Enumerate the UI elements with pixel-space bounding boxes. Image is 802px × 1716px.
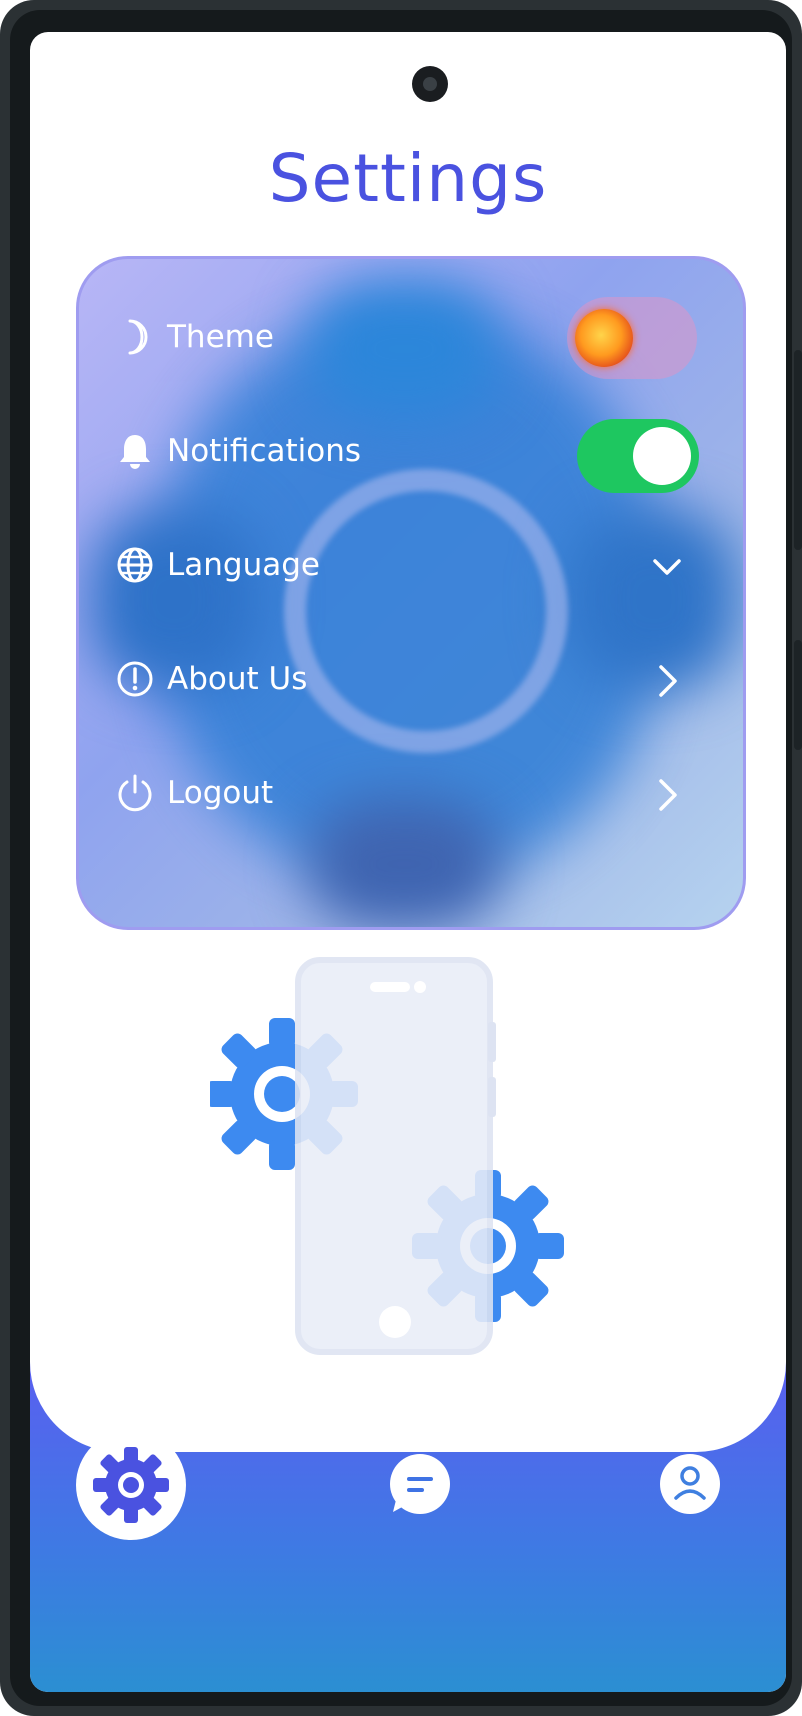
settings-row-label: Language xyxy=(167,547,320,583)
settings-row-label: Theme xyxy=(167,319,274,355)
phone-frame: Settings Theme Notifications Language Ab… xyxy=(0,0,802,1716)
phone-bezel: Settings Theme Notifications Language Ab… xyxy=(10,10,792,1706)
nav-profile-button[interactable] xyxy=(660,1454,720,1514)
settings-row-language[interactable]: Language xyxy=(115,537,715,597)
settings-row-label: Logout xyxy=(167,775,274,811)
notifications-toggle[interactable] xyxy=(577,419,699,493)
power-button xyxy=(794,640,802,750)
front-camera xyxy=(412,66,448,102)
bell-icon xyxy=(120,435,150,469)
gear-icon xyxy=(93,1447,169,1523)
chat-bubble-icon xyxy=(390,1456,447,1512)
settings-card: Theme Notifications Language About Us Lo… xyxy=(76,256,746,930)
theme-toggle[interactable] xyxy=(567,297,697,379)
app-screen: Settings Theme Notifications Language Ab… xyxy=(30,32,786,1692)
settings-row-logout[interactable]: Logout xyxy=(115,765,715,825)
user-icon xyxy=(661,1455,719,1513)
settings-row-label: About Us xyxy=(167,661,308,697)
settings-row-label: Notifications xyxy=(167,433,362,469)
toggle-knob xyxy=(633,427,691,485)
nav-settings-button[interactable] xyxy=(76,1430,186,1540)
globe-icon xyxy=(117,547,153,583)
moon-icon xyxy=(128,319,148,355)
phone-gears-illustration xyxy=(210,957,564,1355)
sun-icon xyxy=(575,309,633,367)
power-icon xyxy=(118,774,152,812)
nav-chat-button[interactable] xyxy=(390,1454,450,1514)
info-circle-icon xyxy=(117,661,153,697)
settings-row-about-us[interactable]: About Us xyxy=(115,651,715,711)
chevron-right-icon xyxy=(659,665,677,697)
chevron-right-icon xyxy=(659,779,677,811)
page-title: Settings xyxy=(268,140,548,217)
volume-button xyxy=(794,350,802,550)
phone-outline xyxy=(295,957,493,1355)
chevron-down-icon xyxy=(653,559,681,575)
